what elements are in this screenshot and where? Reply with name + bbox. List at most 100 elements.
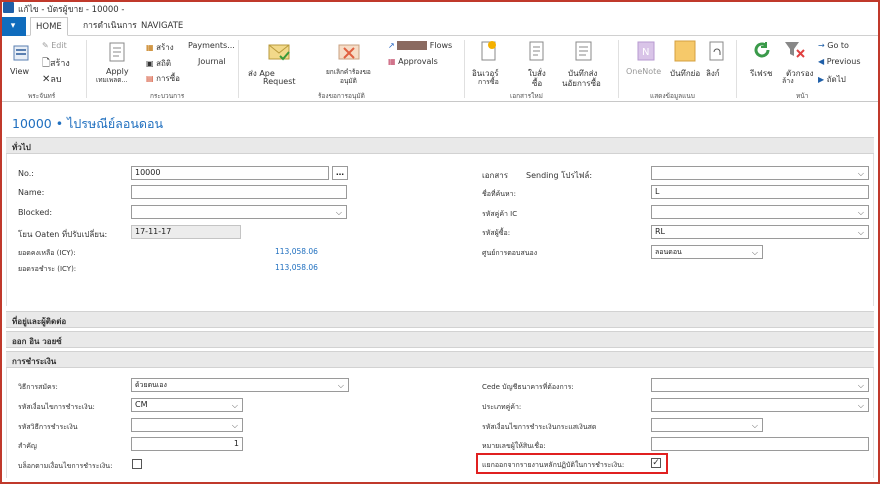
title-bar bbox=[0, 0, 880, 16]
ic-partner-select[interactable]: ⌵ bbox=[651, 205, 869, 219]
payment-method-select[interactable]: ⌵ bbox=[131, 418, 243, 432]
ic-partner-label: รหัสคู่ค้า IC bbox=[482, 210, 518, 218]
document-label: เอกสาร bbox=[482, 171, 509, 180]
onenote-label: OneNote bbox=[626, 67, 662, 76]
template-icon bbox=[109, 42, 125, 62]
group-separator bbox=[464, 40, 465, 98]
tab-actions[interactable]: การดำเนินการ bbox=[78, 17, 142, 36]
links-button[interactable] bbox=[708, 40, 726, 65]
cash-flow-terms-select[interactable]: ⌵ bbox=[651, 418, 763, 432]
new-label: สร้าง bbox=[50, 59, 70, 69]
group-separator bbox=[86, 40, 87, 98]
group-label-page: หน้า bbox=[796, 92, 809, 100]
application-method-select[interactable]: ด้วยตนเอง ⌵ bbox=[131, 378, 349, 392]
purchaser-select[interactable]: RL ⌵ bbox=[651, 225, 869, 239]
block-payment-tolerance-label: บล็อกตามเงื่อนไขการชำระเงิน: bbox=[18, 462, 113, 470]
create-button[interactable]: ▦ สร้าง bbox=[146, 41, 174, 54]
chevron-down-icon: ⌵ bbox=[231, 421, 238, 430]
send-approval-button[interactable] bbox=[268, 42, 290, 65]
group-label-new-documents: เอกสารใหม่ bbox=[510, 92, 543, 100]
sending-profile-select[interactable]: ⌵ bbox=[651, 166, 869, 180]
chevron-down-icon: ⌵ bbox=[335, 208, 342, 217]
notes-button[interactable] bbox=[674, 40, 696, 65]
onenote-button[interactable]: N bbox=[636, 40, 656, 65]
no-field[interactable]: 10000 bbox=[131, 166, 329, 180]
view-icon bbox=[13, 45, 29, 61]
delete-button[interactable]: ✕ลบ bbox=[42, 72, 62, 86]
section-address-header[interactable]: ที่อยู่และผู้ติดต่อ bbox=[6, 311, 874, 328]
group-separator bbox=[238, 40, 239, 98]
new-order-button[interactable] bbox=[528, 40, 546, 65]
tab-navigate[interactable]: NAVIGATE bbox=[136, 17, 188, 36]
new-credit-memo-button[interactable] bbox=[574, 40, 596, 65]
no-assist-button[interactable]: … bbox=[332, 166, 348, 180]
responsibility-center-value: ลอนดอน bbox=[655, 248, 682, 256]
file-menu-button[interactable]: ▾ bbox=[0, 17, 26, 36]
chevron-down-icon: ⌵ bbox=[231, 401, 238, 410]
preferred-bank-select[interactable]: ⌵ bbox=[651, 378, 869, 392]
last-modified-label: โยน Oaten ที่ปรับเปลี่ยน: bbox=[18, 230, 108, 239]
new-invoice-button[interactable] bbox=[480, 40, 498, 65]
payment-terms-value: CM bbox=[135, 400, 148, 409]
due-amount-link[interactable]: 113,058.06 bbox=[275, 263, 318, 272]
responsibility-center-select[interactable]: ลอนดอน ⌵ bbox=[651, 245, 763, 259]
tab-home[interactable]: HOME bbox=[30, 17, 68, 36]
previous-button[interactable]: ◀ Previous bbox=[818, 57, 861, 66]
goto-button[interactable]: → Go to bbox=[818, 41, 849, 50]
delete-label: ลบ bbox=[50, 75, 62, 85]
exclude-from-payment-practices-label: แยกออกจากรายงานหลักปฏิบัติในการชำระเงิน: bbox=[482, 461, 625, 469]
application-method-label: วิธีการสมัคร: bbox=[18, 383, 58, 391]
view-button[interactable] bbox=[12, 44, 30, 65]
edit-button[interactable]: ✎ Edit bbox=[42, 41, 67, 50]
balance-amount-link[interactable]: 113,058.06 bbox=[275, 247, 318, 256]
cancel-approval-button[interactable] bbox=[338, 42, 360, 65]
create-icon: ▦ bbox=[146, 43, 154, 52]
chevron-down-icon: ⌵ bbox=[857, 208, 864, 217]
group-separator bbox=[736, 40, 737, 98]
section-invoicing-header[interactable]: ออก อิน วอยซ์ bbox=[6, 331, 874, 348]
priority-label: สำคัญ bbox=[18, 442, 37, 450]
apply-template-button[interactable] bbox=[108, 42, 126, 67]
payment-terms-label: รหัสเงื่อนไขการชำระเงิน: bbox=[18, 403, 95, 411]
payments-button[interactable]: Payments... bbox=[188, 41, 235, 50]
chevron-down-icon: ⌵ bbox=[751, 248, 758, 257]
chevron-down-icon: ⌵ bbox=[857, 169, 864, 178]
journal-button[interactable]: Journal bbox=[198, 57, 226, 66]
block-payment-tolerance-checkbox[interactable] bbox=[132, 459, 142, 469]
partner-type-select[interactable]: ⌵ bbox=[651, 398, 869, 412]
refresh-button[interactable] bbox=[752, 40, 772, 63]
section-general-header[interactable]: ทั่วไป bbox=[6, 137, 874, 154]
purchase-button[interactable]: ▤ การซื้อ bbox=[146, 72, 180, 85]
purchase-label: การซื้อ bbox=[156, 74, 180, 83]
approvals-label: Approvals bbox=[398, 57, 438, 66]
new-button[interactable]: 🗋สร้าง bbox=[42, 56, 70, 73]
exclude-from-payment-practices-checkbox[interactable]: ✓ bbox=[651, 458, 661, 468]
statistics-button[interactable]: ▣ สถิติ bbox=[146, 57, 171, 70]
send-approval-icon bbox=[268, 44, 290, 61]
approvals-button[interactable]: ▦ Approvals bbox=[388, 57, 438, 66]
section-address-title: ที่อยู่และผู้ติดต่อ bbox=[12, 317, 67, 326]
group-label-process: กระบวนการ bbox=[150, 92, 185, 100]
priority-field[interactable]: 1 bbox=[131, 437, 243, 451]
responsibility-center-label: ศูนย์การตอบสนอง bbox=[482, 249, 538, 257]
purchaser-value: RL bbox=[655, 227, 666, 236]
sending-profile-label: Sending โปรไฟล์: bbox=[526, 171, 593, 180]
creditor-no-label: หมายเลขผู้ให้สินเชื่อ: bbox=[482, 442, 546, 450]
payment-terms-select[interactable]: CM ⌵ bbox=[131, 398, 243, 412]
flows-button[interactable]: ↗ Flows bbox=[388, 41, 452, 50]
name-field[interactable] bbox=[131, 185, 347, 199]
svg-text:N: N bbox=[642, 47, 649, 58]
search-name-field[interactable]: L bbox=[651, 185, 869, 199]
notes-icon bbox=[674, 40, 696, 62]
refresh-label: รีเฟรช bbox=[750, 69, 773, 78]
blocked-select[interactable]: ⌵ bbox=[131, 205, 347, 219]
search-name-label: ชื่อที่ค้นหา: bbox=[482, 190, 516, 198]
creditor-no-field[interactable] bbox=[651, 437, 869, 451]
section-invoicing-title: ออก อิน วอยซ์ bbox=[12, 337, 62, 346]
notes-label: บันทึกย่อ bbox=[670, 69, 701, 78]
group-separator bbox=[618, 40, 619, 98]
purchaser-label: รหัสผู้ซื้อ: bbox=[482, 229, 511, 237]
filter-button[interactable] bbox=[784, 40, 806, 63]
next-button[interactable]: ▶ ถัดไป bbox=[818, 73, 846, 86]
section-payments-header[interactable]: การชำระเงิน bbox=[6, 351, 874, 368]
